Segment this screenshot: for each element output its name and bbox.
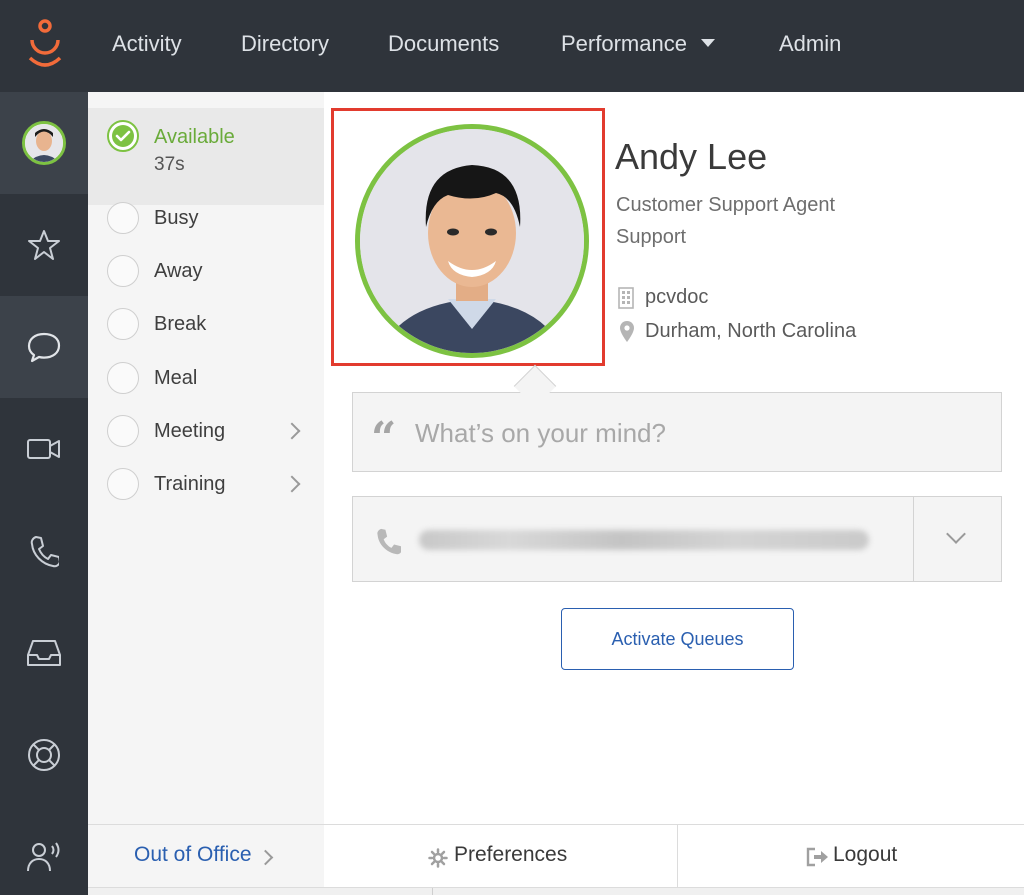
status-label: Training [154, 473, 226, 495]
preferences-label: Preferences [454, 843, 568, 866]
chevron-right-icon [283, 475, 301, 493]
rail-profile[interactable] [0, 92, 88, 194]
checkmark-icon [112, 125, 134, 147]
avatar [22, 121, 66, 165]
chevron-right-icon [283, 422, 301, 440]
chevron-down-icon[interactable] [946, 524, 966, 544]
status-radio [107, 308, 139, 340]
status-radio [107, 255, 139, 287]
video-icon [27, 439, 60, 459]
phone-icon [377, 528, 401, 555]
nav-performance[interactable]: Performance [561, 28, 715, 60]
status-radio-checked [107, 120, 139, 152]
rail-favorites[interactable] [0, 194, 88, 296]
status-radio [107, 362, 139, 394]
profile-photo[interactable] [355, 124, 589, 358]
phone-number-blurred [419, 530, 869, 550]
status-label: Break [154, 313, 207, 335]
activate-queues-button[interactable]: Activate Queues [561, 608, 794, 670]
phone-icon [30, 536, 59, 568]
rail-chat[interactable] [0, 296, 88, 398]
preferences-button[interactable]: Preferences [324, 825, 677, 887]
status-label: Busy [154, 207, 199, 229]
lifebuoy-icon [28, 739, 60, 771]
presence-status-list: Available 37s Busy Away Break Meal Meeti… [88, 92, 324, 824]
bottom-strip [88, 887, 1024, 895]
out-of-office-cell[interactable]: Out of Office [88, 825, 324, 887]
logout-button[interactable]: Logout [677, 825, 1024, 887]
quote-icon: “ [371, 413, 397, 464]
top-nav-bar: Activity Directory Documents Performance… [0, 0, 1024, 92]
logout-label: Logout [833, 843, 898, 866]
gear-icon [428, 848, 448, 868]
status-label: Meal [154, 367, 198, 389]
status-busy[interactable]: Busy [88, 191, 324, 244]
status-meal[interactable]: Meal [88, 351, 324, 404]
star-icon [28, 230, 60, 260]
status-label: Available [154, 126, 235, 148]
inbox-icon [27, 640, 61, 666]
profile-title: Customer Support Agent [616, 194, 836, 216]
nav-documents[interactable]: Documents [388, 28, 499, 60]
profile-location: Durham, North Carolina [645, 320, 857, 342]
rail-broadcast[interactable] [0, 806, 88, 895]
caret-down-icon [700, 39, 715, 48]
rail-support[interactable] [0, 704, 88, 806]
left-rail [0, 92, 88, 895]
status-radio [107, 468, 139, 500]
status-radio [107, 415, 139, 447]
rail-video[interactable] [0, 398, 88, 500]
bottom-bar: Out of Office Preferences Logout [88, 824, 1024, 895]
profile-department: Support [616, 226, 687, 248]
out-of-office-link[interactable]: Out of Office [134, 843, 252, 867]
nav-directory[interactable]: Directory [241, 28, 329, 60]
divider [432, 888, 433, 895]
nav-admin[interactable]: Admin [779, 28, 841, 60]
location-pin-icon [620, 321, 634, 342]
profile-organization: pcvdoc [645, 286, 709, 308]
rail-phone[interactable] [0, 500, 88, 602]
rail-inbox[interactable] [0, 602, 88, 704]
status-message-input[interactable] [415, 413, 975, 453]
building-icon [618, 287, 634, 309]
nav-performance-label: Performance [561, 31, 687, 56]
status-duration: 37s [154, 154, 185, 175]
status-training[interactable]: Training [88, 457, 324, 510]
status-meeting[interactable]: Meeting [88, 404, 324, 457]
status-away[interactable]: Away [88, 244, 324, 297]
divider [913, 497, 914, 581]
status-label: Meeting [154, 420, 226, 442]
chevron-right-icon [257, 849, 274, 866]
chat-icon [27, 332, 61, 363]
broadcast-user-icon [27, 842, 60, 872]
phone-selector[interactable] [352, 496, 1002, 582]
status-label: Away [154, 260, 203, 282]
genesys-logo-icon[interactable] [22, 18, 68, 74]
logout-icon [806, 847, 828, 867]
status-break[interactable]: Break [88, 297, 324, 350]
status-message-box: “ [352, 392, 1002, 472]
profile-name: Andy Lee [615, 136, 768, 177]
status-radio [107, 202, 139, 234]
nav-activity[interactable]: Activity [112, 28, 182, 60]
